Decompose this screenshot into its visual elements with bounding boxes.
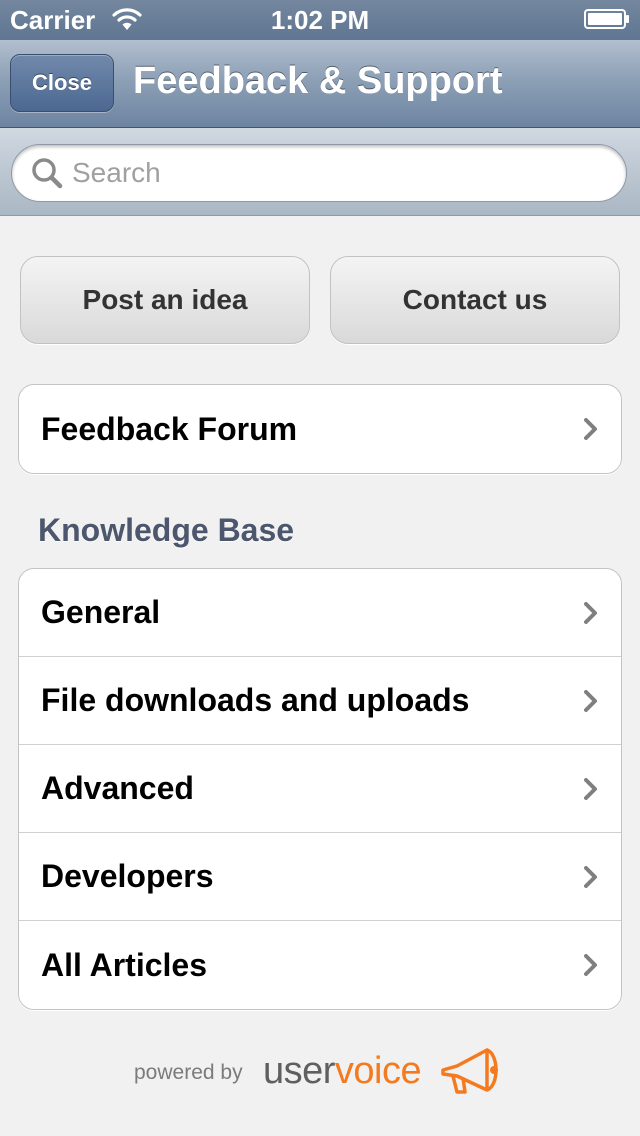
clock: 1:02 PM (270, 5, 370, 35)
search-field[interactable] (11, 144, 627, 202)
powered-by-label: powered by (134, 1061, 243, 1084)
logo-voice-text: voice (334, 1050, 422, 1092)
list-item-label: All Articles (41, 946, 207, 983)
page-title: Feedback & Support (133, 60, 503, 102)
chevron-right-icon (584, 778, 597, 800)
close-button[interactable]: Close (10, 54, 114, 112)
knowledge-base-header: Knowledge Base (38, 512, 295, 548)
list-item-label: Developers (41, 858, 214, 894)
forum-group: Feedback Forum (18, 384, 622, 474)
chevron-right-icon (584, 418, 597, 440)
feedback-forum-row[interactable]: Feedback Forum (19, 385, 621, 473)
contact-us-button[interactable]: Contact us (330, 256, 620, 344)
status-bar: Carrier 1:02 PM (0, 0, 640, 40)
uservoice-logo[interactable]: uservoice (263, 1042, 513, 1102)
battery-icon (584, 9, 629, 29)
kb-item-general[interactable]: General (19, 569, 621, 657)
megaphone-icon (441, 1048, 498, 1094)
navigation-bar: Close Feedback & Support (0, 40, 640, 128)
list-item-label: File downloads and uploads (41, 682, 470, 718)
search-bar (0, 128, 640, 216)
post-idea-button[interactable]: Post an idea (20, 256, 310, 344)
logo-wordmark: uservoice (263, 1050, 422, 1093)
list-item-label: Advanced (41, 770, 194, 806)
search-input[interactable] (72, 157, 572, 189)
kb-item-advanced[interactable]: Advanced (19, 745, 621, 833)
search-icon (32, 158, 63, 189)
list-item-label: General (41, 594, 161, 630)
kb-item-developers[interactable]: Developers (19, 833, 621, 921)
chevron-right-icon (584, 954, 597, 976)
chevron-right-icon (584, 866, 597, 888)
feedback-forum-label: Feedback Forum (41, 410, 298, 447)
chevron-right-icon (584, 690, 597, 712)
kb-item-all-articles[interactable]: All Articles (19, 921, 621, 1009)
chevron-right-icon (584, 602, 597, 624)
knowledge-base-list: General File downloads and uploads Advan… (18, 568, 622, 1010)
logo-user-text: user (263, 1050, 335, 1092)
kb-item-file-downloads[interactable]: File downloads and uploads (19, 657, 621, 745)
